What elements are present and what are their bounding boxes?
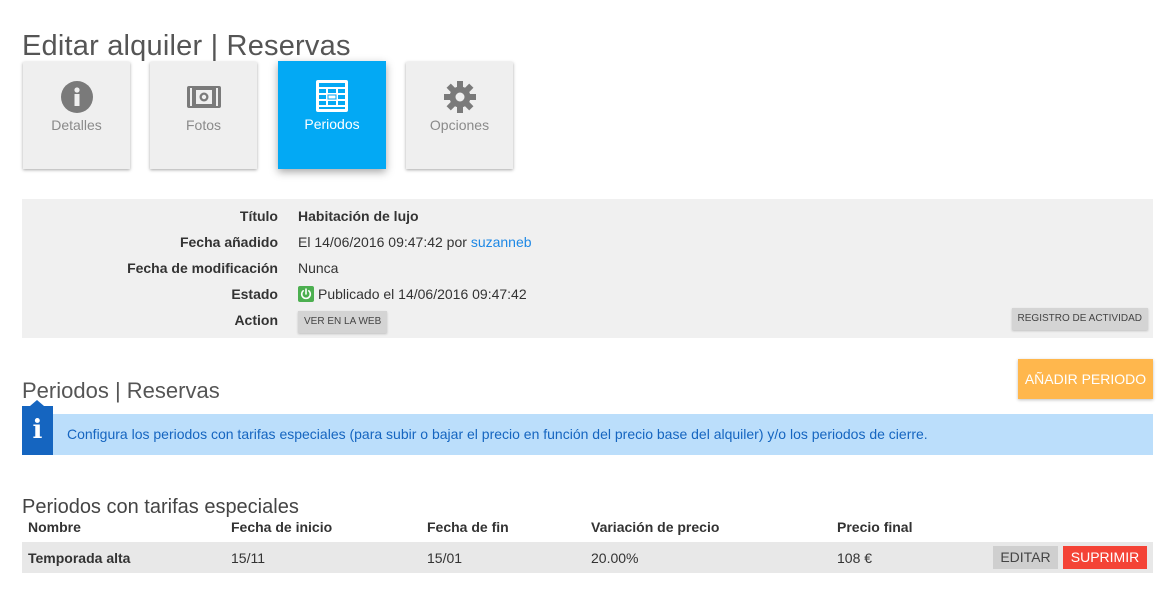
section-title: Periodos | Reservas: [22, 378, 220, 404]
column-header-final-price: Precio final: [837, 519, 913, 535]
modified-label: Fecha de modificación: [127, 260, 278, 276]
rental-info-panel: Título Habitación de lujo Fecha añadido …: [22, 199, 1153, 338]
info-row-added: Fecha añadido El 14/06/2016 09:47:42 por…: [22, 232, 1153, 252]
column-header-name: Nombre: [28, 519, 81, 535]
alert-message: Configura los periodos con tarifas espec…: [67, 426, 928, 442]
delete-button[interactable]: SUPRIMIR: [1063, 546, 1147, 569]
cell-end: 15/01: [427, 550, 463, 566]
column-header-end: Fecha de fin: [427, 519, 509, 535]
added-value: El 14/06/2016 09:47:42 por: [298, 234, 467, 250]
info-alert: i Configura los periodos con tarifas esp…: [22, 400, 1153, 455]
column-header-variation: Variación de precio: [591, 519, 720, 535]
edit-button[interactable]: EDITAR: [993, 546, 1058, 569]
action-buttons: VER EN LA WEB: [298, 309, 388, 333]
title-label: Título: [239, 208, 278, 224]
tab-periodos[interactable]: Periodos: [278, 61, 386, 169]
tab-label: Fotos: [185, 117, 221, 133]
alert-flag: i: [22, 400, 53, 455]
add-period-button[interactable]: AÑADIR PERIODO: [1018, 359, 1153, 399]
gear-icon: [406, 80, 513, 114]
info-row-title: Título Habitación de lujo: [22, 206, 1153, 226]
column-header-start: Fecha de inicio: [231, 519, 333, 535]
modified-value: Nunca: [298, 260, 339, 276]
cell-name: Temporada alta: [28, 550, 131, 566]
status-value: Publicado el 14/06/2016 09:47:42: [318, 286, 527, 302]
action-label: Action: [234, 312, 278, 328]
cell-start: 15/11: [231, 550, 265, 566]
calendar-table-icon: [278, 79, 386, 113]
info-row-action: Action VER EN LA WEB: [22, 309, 1153, 333]
table-row: Temporada alta 15/11 15/01 20.00% 108 € …: [22, 542, 1153, 573]
power-icon: [298, 286, 314, 302]
status-value-wrap: Publicado el 14/06/2016 09:47:42: [298, 284, 527, 304]
info-row-modified: Fecha de modificación Nunca: [22, 258, 1153, 278]
tab-fotos[interactable]: Fotos: [150, 62, 257, 169]
tab-label: Periodos: [304, 116, 360, 132]
camera-icon: [150, 80, 257, 114]
title-value: Habitación de lujo: [298, 208, 419, 224]
tab-label: Detalles: [51, 117, 102, 133]
tab-label: Opciones: [429, 117, 490, 133]
info-icon: [23, 80, 130, 114]
info-icon: i: [32, 415, 43, 445]
tab-opciones[interactable]: Opciones: [406, 62, 513, 169]
cell-variation: 20.00%: [591, 550, 639, 566]
view-web-button[interactable]: VER EN LA WEB: [298, 311, 388, 333]
status-label: Estado: [231, 286, 278, 302]
activity-log-button[interactable]: REGISTRO DE ACTIVIDAD: [1011, 308, 1148, 330]
added-label: Fecha añadido: [179, 234, 278, 250]
info-row-status: Estado Publicado el 14/06/2016 09:47:42: [22, 284, 1153, 304]
added-value-wrap: El 14/06/2016 09:47:42 por suzanneb: [298, 232, 532, 252]
page-title: Editar alquiler | Reservas: [22, 30, 351, 63]
special-rates-title: Periodos con tarifas especiales: [22, 496, 299, 518]
cell-final-price: 108 €: [837, 550, 873, 566]
added-user-link[interactable]: suzanneb: [471, 234, 532, 250]
tab-detalles[interactable]: Detalles: [23, 62, 130, 169]
